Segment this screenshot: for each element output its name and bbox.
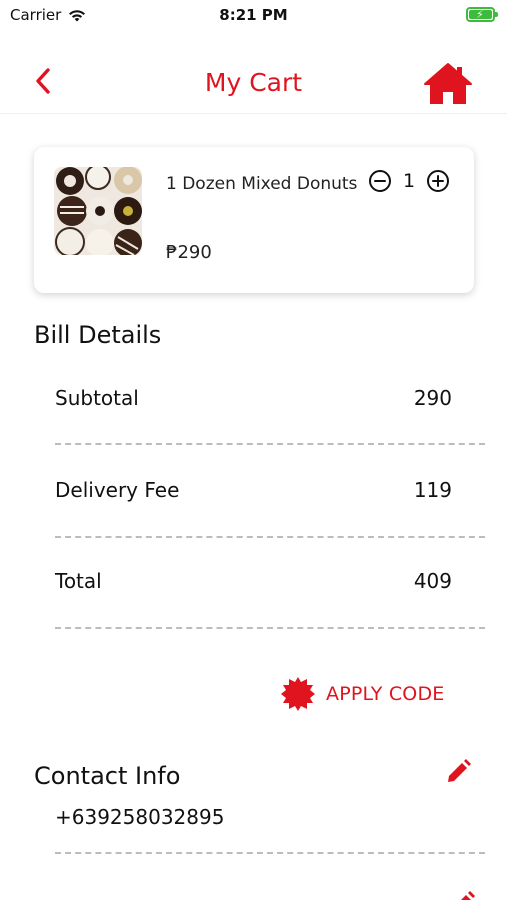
divider: [55, 443, 485, 445]
bill-details-title: Bill Details: [34, 321, 162, 349]
nav-header: My Cart: [0, 54, 507, 114]
divider: [55, 627, 485, 629]
bill-row-total: Total 409: [55, 569, 452, 593]
bill-row-label: Subtotal: [55, 386, 139, 410]
contact-info-title: Contact Info: [34, 762, 181, 790]
minus-circle-icon[interactable]: [368, 169, 392, 193]
product-image[interactable]: [54, 167, 142, 255]
bill-row-value: 290: [413, 386, 452, 410]
bill-row-subtotal: Subtotal 290: [55, 386, 452, 410]
quantity-value: 1: [402, 170, 416, 192]
contact-phone: +639258032895: [55, 805, 225, 829]
plus-circle-icon[interactable]: [426, 169, 450, 193]
bill-row-value: 409: [413, 569, 452, 593]
divider: [55, 536, 485, 538]
bill-row-value: 119: [413, 478, 452, 502]
apply-code-label: APPLY CODE: [326, 683, 445, 705]
bill-row-label: Total: [55, 569, 102, 593]
apply-code-button[interactable]: APPLY CODE: [280, 676, 444, 712]
bill-row-label: Delivery Fee: [55, 478, 180, 502]
battery-icon: ⚡: [466, 7, 498, 22]
cart-item-name: 1 Dozen Mixed Donuts: [166, 174, 358, 194]
quantity-stepper: 1: [368, 169, 450, 193]
cart-item-price: ₱290: [166, 242, 212, 263]
edit-icon[interactable]: [444, 758, 472, 786]
bill-row-delivery-fee: Delivery Fee 119: [55, 478, 452, 502]
status-time: 8:21 PM: [219, 6, 288, 24]
cart-item-card: 1 Dozen Mixed Donuts ₱290 1: [34, 147, 474, 293]
badge-icon: [281, 677, 315, 711]
divider: [55, 852, 485, 854]
edit-icon[interactable]: [448, 890, 476, 900]
home-icon[interactable]: [423, 62, 473, 106]
status-bar: Carrier 8:21 PM ⚡: [0, 0, 507, 30]
